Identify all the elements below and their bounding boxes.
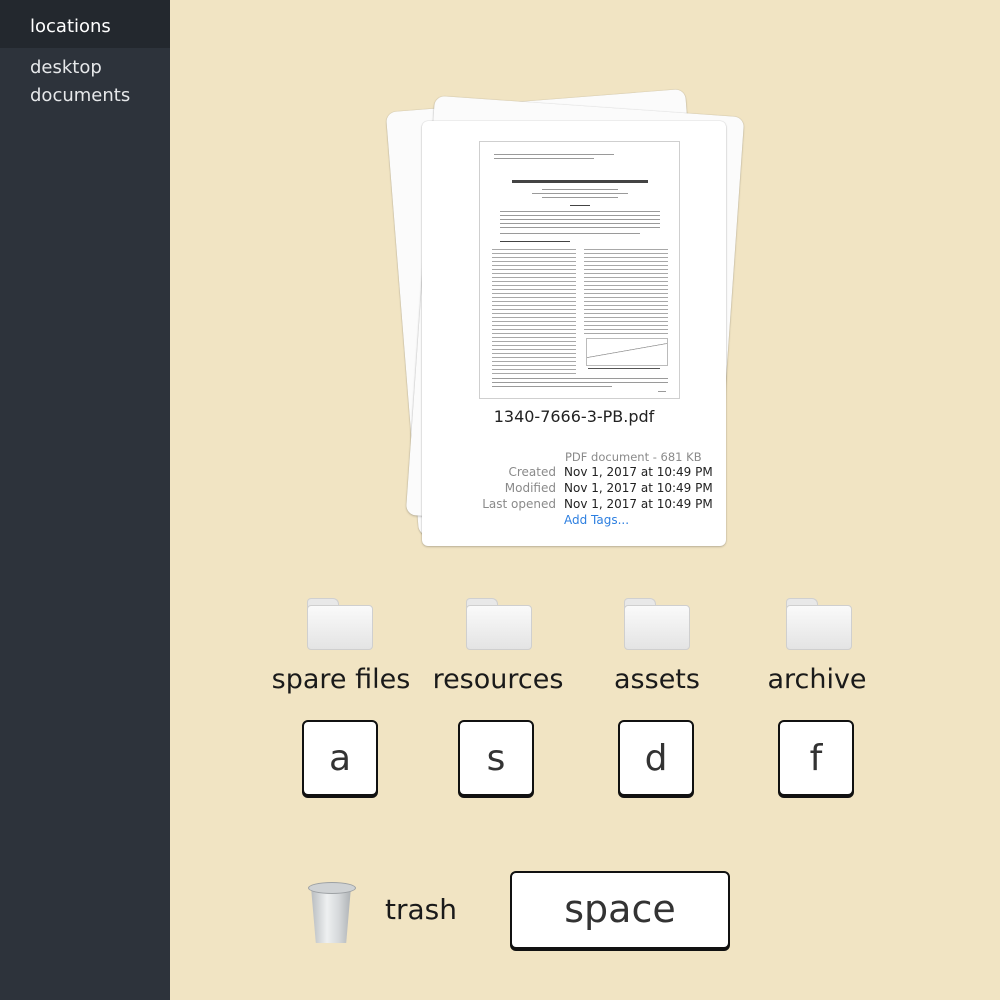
add-tags-link[interactable]: Add Tags... [564,513,629,527]
meta-created-label: Created [508,465,557,479]
trash-icon[interactable] [306,882,358,946]
folder-label-archive[interactable]: archive [717,664,917,695]
pdf-thumbnail [479,141,680,399]
file-kind: PDF document - 681 KB [565,450,702,464]
meta-created-value: Nov 1, 2017 at 10:49 PM [564,465,713,479]
thumb-figure [586,338,668,366]
trash-label[interactable]: trash [385,893,457,926]
sidebar-item-desktop[interactable]: desktop [30,57,102,78]
meta-last-opened-value: Nov 1, 2017 at 10:49 PM [564,497,713,511]
thumb-column-right [584,246,668,334]
folder-icon[interactable] [786,598,852,650]
meta-created: Created Nov 1, 2017 at 10:49 PM [422,465,726,481]
file-preview-card[interactable]: 1340-7666-3-PB.pdf PDF document - 681 KB… [422,121,726,546]
meta-modified-value: Nov 1, 2017 at 10:49 PM [564,481,713,495]
folder-icon[interactable] [307,598,373,650]
key-f[interactable]: f [778,720,854,796]
meta-modified-label: Modified [504,481,556,495]
key-s[interactable]: s [458,720,534,796]
meta-last-opened-label: Last opened [482,497,556,511]
sidebar-header-locations: locations [0,0,170,48]
sidebar: locations desktop documents [0,0,170,1000]
folder-icon[interactable] [466,598,532,650]
key-space[interactable]: space [510,871,730,949]
thumb-column-left [492,246,576,376]
file-name: 1340-7666-3-PB.pdf [493,407,655,426]
key-d[interactable]: d [618,720,694,796]
file-preview-stack[interactable]: 1340-7666-3-PB.pdf PDF document - 681 KB… [385,88,770,558]
folder-icon[interactable] [624,598,690,650]
key-a[interactable]: a [302,720,378,796]
meta-modified: Modified Nov 1, 2017 at 10:49 PM [422,481,726,497]
meta-last-opened: Last opened Nov 1, 2017 at 10:49 PM [422,497,726,513]
sidebar-item-documents[interactable]: documents [30,85,130,106]
